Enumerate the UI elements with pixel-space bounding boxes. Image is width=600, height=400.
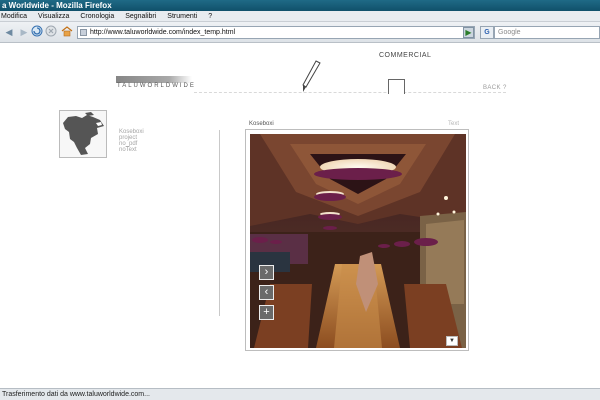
menu-item-visualizza[interactable]: Visualizza (38, 11, 69, 22)
menu-item-segnalibri[interactable]: Segnalibri (125, 11, 156, 22)
site-logo[interactable]: TALUWORLDWIDE (117, 83, 196, 89)
menu-item-help[interactable]: ? (208, 11, 212, 22)
window-title: a Worldwide - Mozilla Firefox (2, 1, 112, 10)
page-favicon-icon (80, 29, 87, 36)
region-map-thumbnail[interactable] (59, 110, 107, 158)
vertical-divider (219, 130, 220, 316)
web-page: TALUWORLDWIDE COMMERCIAL BACK ? Koseboxi… (0, 43, 600, 388)
back-icon[interactable]: ◀ (2, 25, 16, 39)
back-link[interactable]: BACK ? (483, 85, 507, 91)
forward-icon[interactable]: ▶ (17, 25, 31, 39)
category-box-icon[interactable] (388, 79, 405, 94)
menu-item-modifica[interactable]: Modifica (1, 11, 27, 22)
status-bar: Trasferimento dati da www.taluworldwide.… (0, 388, 600, 400)
menu-item-cronologia[interactable]: Cronologia (80, 11, 114, 22)
image-viewer: › ‹ + (245, 129, 469, 351)
address-bar-url: http://www.taluworldwide.com/index_temp.… (90, 29, 236, 36)
scroll-down-icon[interactable]: ▼ (446, 336, 458, 346)
go-arrow-icon[interactable]: ▶ (463, 27, 474, 38)
home-icon[interactable] (60, 25, 74, 39)
text-status: noText (119, 147, 137, 153)
category-label[interactable]: COMMERCIAL (379, 52, 431, 59)
menu-item-strumenti[interactable]: Strumenti (167, 11, 197, 22)
reload-icon[interactable] (30, 25, 44, 39)
north-america-map-icon (63, 112, 104, 155)
window-titlebar: a Worldwide - Mozilla Firefox (0, 0, 600, 11)
restaurant-photo (250, 134, 466, 348)
status-text: Trasferimento dati da www.taluworldwide.… (2, 391, 150, 398)
next-image-button[interactable]: › (259, 265, 274, 280)
header-divider (194, 92, 506, 93)
image-title: Koseboxi (249, 121, 274, 127)
image-text-label[interactable]: Text (448, 121, 459, 127)
navigation-toolbar: ◀ ▶ http://www.taluworldwide.com/index_t… (0, 22, 600, 43)
search-engine-icon[interactable]: G (480, 26, 494, 39)
stop-icon[interactable] (44, 25, 58, 39)
pen-icon[interactable] (298, 60, 324, 94)
menu-bar: Modifica Visualizza Cronologia Segnalibr… (0, 11, 600, 22)
previous-image-button[interactable]: ‹ (259, 285, 274, 300)
address-bar[interactable]: http://www.taluworldwide.com/index_temp.… (77, 26, 475, 39)
project-info-list: Koseboxi project no_pdf noText (119, 129, 144, 153)
zoom-in-button[interactable]: + (259, 305, 274, 320)
search-input[interactable]: Google (494, 26, 600, 39)
logo-brush-mark (116, 76, 192, 83)
